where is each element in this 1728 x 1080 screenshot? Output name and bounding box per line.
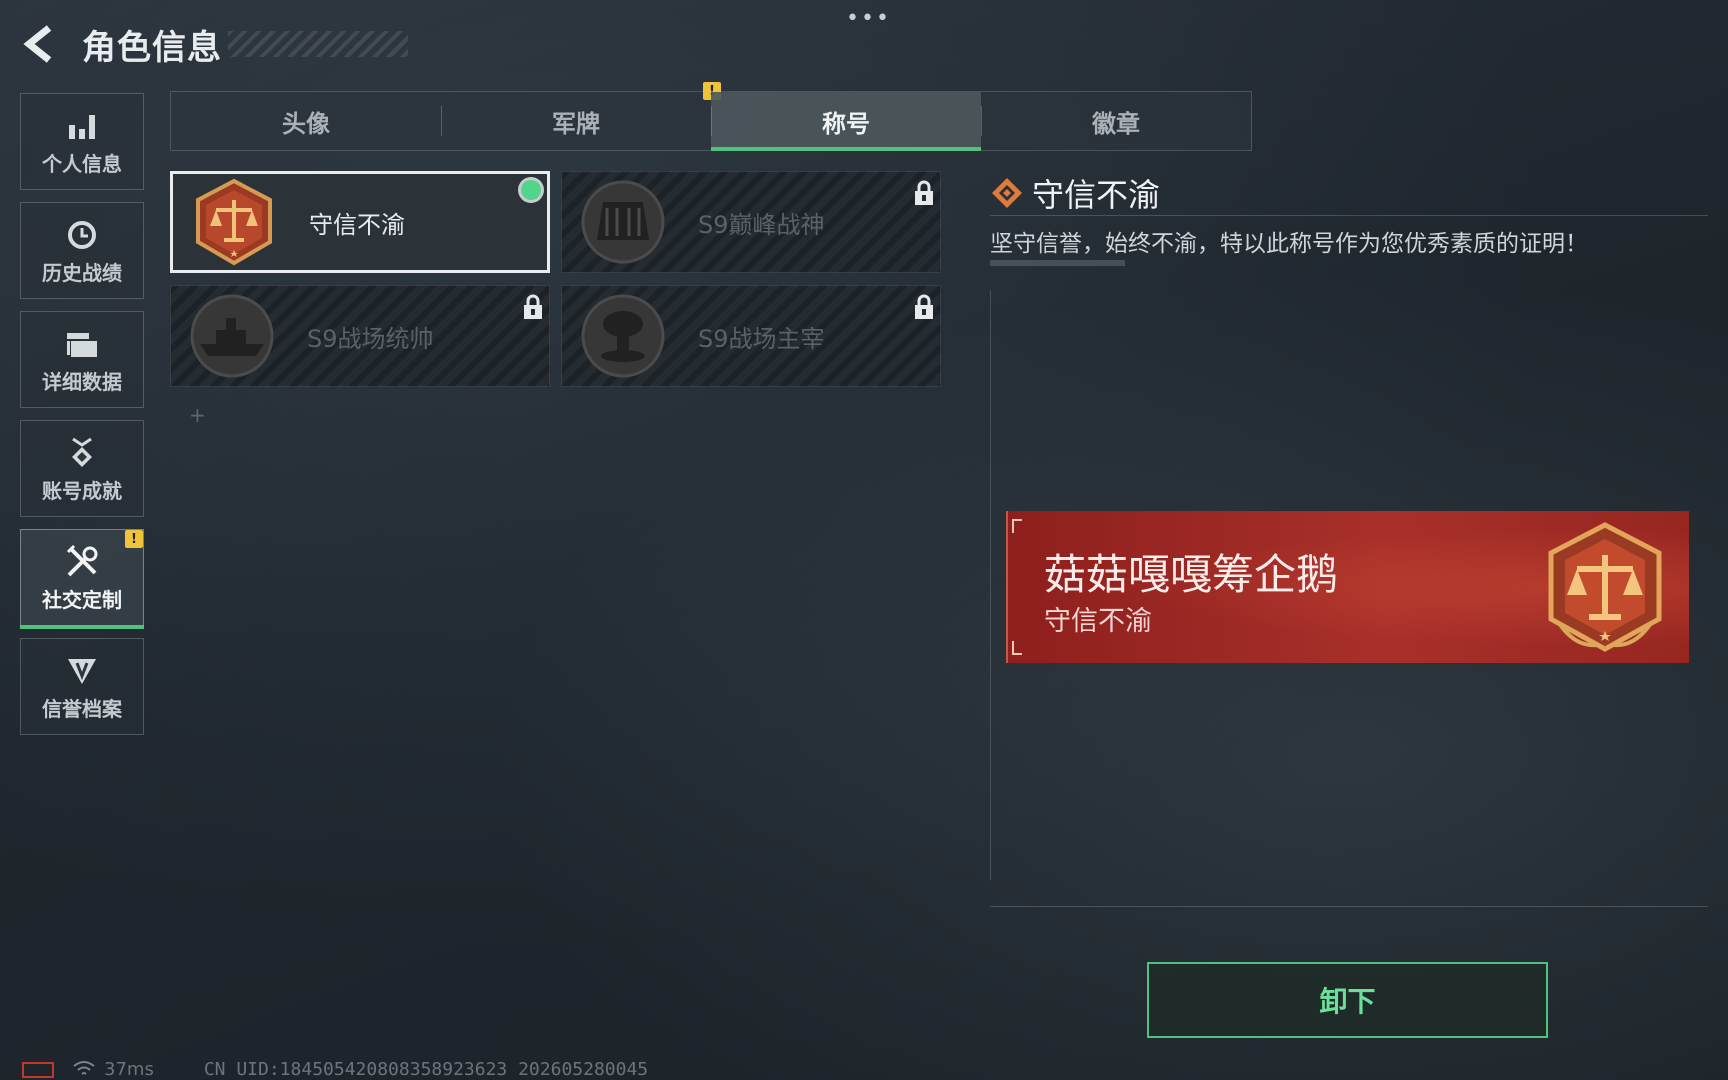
sidebar-item-achievements[interactable]: 账号成就 <box>20 420 144 517</box>
scales-emblem-icon <box>189 177 279 267</box>
sidebar-item-label: 个人信息 <box>42 152 122 176</box>
folder-icon <box>67 333 97 357</box>
frame-decoration <box>990 290 1004 880</box>
title-card-s9-peak[interactable]: S9巅峰战神 <box>561 171 941 273</box>
sidebar-item-social-custom[interactable]: ! 社交定制 <box>20 529 144 629</box>
tab-dog-tag[interactable]: 军牌 ! <box>441 82 721 150</box>
sidebar-item-credit-archive[interactable]: 信誉档案 <box>20 638 144 735</box>
back-button[interactable] <box>20 22 60 66</box>
shield-wing-icon <box>68 659 96 684</box>
decorative-text-bar <box>990 260 1125 266</box>
ping-text: 37ms <box>104 1058 154 1080</box>
sidebar-item-label: 账号成就 <box>42 479 122 503</box>
lock-icon <box>915 294 933 319</box>
tab-avatar[interactable]: 头像 <box>171 92 441 150</box>
title-name: S9战场统帅 <box>307 324 434 353</box>
banner-title: 守信不渝 <box>1044 606 1152 637</box>
tab-bar: 头像 军牌 ! 称号 徽章 <box>170 82 1252 151</box>
page-title: 角色信息 <box>82 27 222 68</box>
lock-icon <box>524 294 542 319</box>
wifi-icon <box>73 1061 95 1075</box>
warship-emblem-icon <box>187 291 277 381</box>
title-name: S9战场主宰 <box>698 324 825 353</box>
divider <box>990 215 1708 216</box>
mushroom-cloud-emblem-icon <box>578 291 668 381</box>
sidebar-item-label: 信誉档案 <box>42 697 122 721</box>
detail-description: 坚守信誉，始终不渝，特以此称号作为您优秀素质的证明！ <box>990 231 1588 257</box>
equipped-indicator <box>521 180 541 200</box>
sidebar-item-label: 详细数据 <box>42 370 122 394</box>
title-preview-banner: 菇菇嘎嘎筹企鹅 守信不渝 <box>1006 511 1689 663</box>
title-name: 守信不渝 <box>309 210 405 239</box>
scales-emblem-icon <box>1535 519 1675 663</box>
sidebar-item-label: 社交定制 <box>42 588 122 612</box>
detail-header: 守信不渝 <box>990 170 1160 216</box>
detail-title: 守信不渝 <box>1032 176 1161 214</box>
status-bar: 37ms CN UID:184505420808358923623 202605… <box>22 1058 648 1080</box>
tools-icon <box>66 545 98 577</box>
chevron-left-icon <box>23 25 52 63</box>
fortress-emblem-icon <box>578 177 668 267</box>
battery-icon <box>22 1062 54 1078</box>
divider <box>990 906 1708 907</box>
title-card-keep-faith[interactable]: 守信不渝 <box>170 171 550 273</box>
sidebar: 个人信息 历史战绩 详细数据 账号成就 ! 社交定制 信誉档案 <box>20 93 144 747</box>
medal-icon <box>72 437 92 467</box>
sidebar-item-personal-info[interactable]: 个人信息 <box>20 93 144 190</box>
more-options-dots[interactable]: ••• <box>846 6 891 31</box>
notification-badge: ! <box>125 530 143 548</box>
tab-title[interactable]: 称号 <box>711 92 981 151</box>
title-card-s9-commander[interactable]: S9战场统帅 <box>170 285 550 387</box>
tab-badge[interactable]: 徽章 <box>981 92 1251 150</box>
sidebar-item-history[interactable]: 历史战绩 <box>20 202 144 299</box>
sidebar-item-detailed-data[interactable]: 详细数据 <box>20 311 144 408</box>
player-name: 菇菇嘎嘎筹企鹅 <box>1044 550 1339 599</box>
crosshair-decoration: + <box>189 403 206 427</box>
history-clock-icon <box>68 221 96 249</box>
diamond-emblem-icon <box>992 178 1022 208</box>
bar-chart-icon <box>69 115 95 139</box>
page-header: 角色信息 <box>20 18 408 70</box>
title-name: S9巅峰战神 <box>698 210 825 239</box>
title-card-s9-dominator[interactable]: S9战场主宰 <box>561 285 941 387</box>
sidebar-item-label: 历史战绩 <box>42 261 122 285</box>
title-decoration <box>228 31 408 57</box>
uid-text: CN UID:184505420808358923623 20260528004… <box>203 1058 649 1080</box>
lock-icon <box>915 180 933 205</box>
unequip-button[interactable]: 卸下 <box>1147 962 1548 1038</box>
